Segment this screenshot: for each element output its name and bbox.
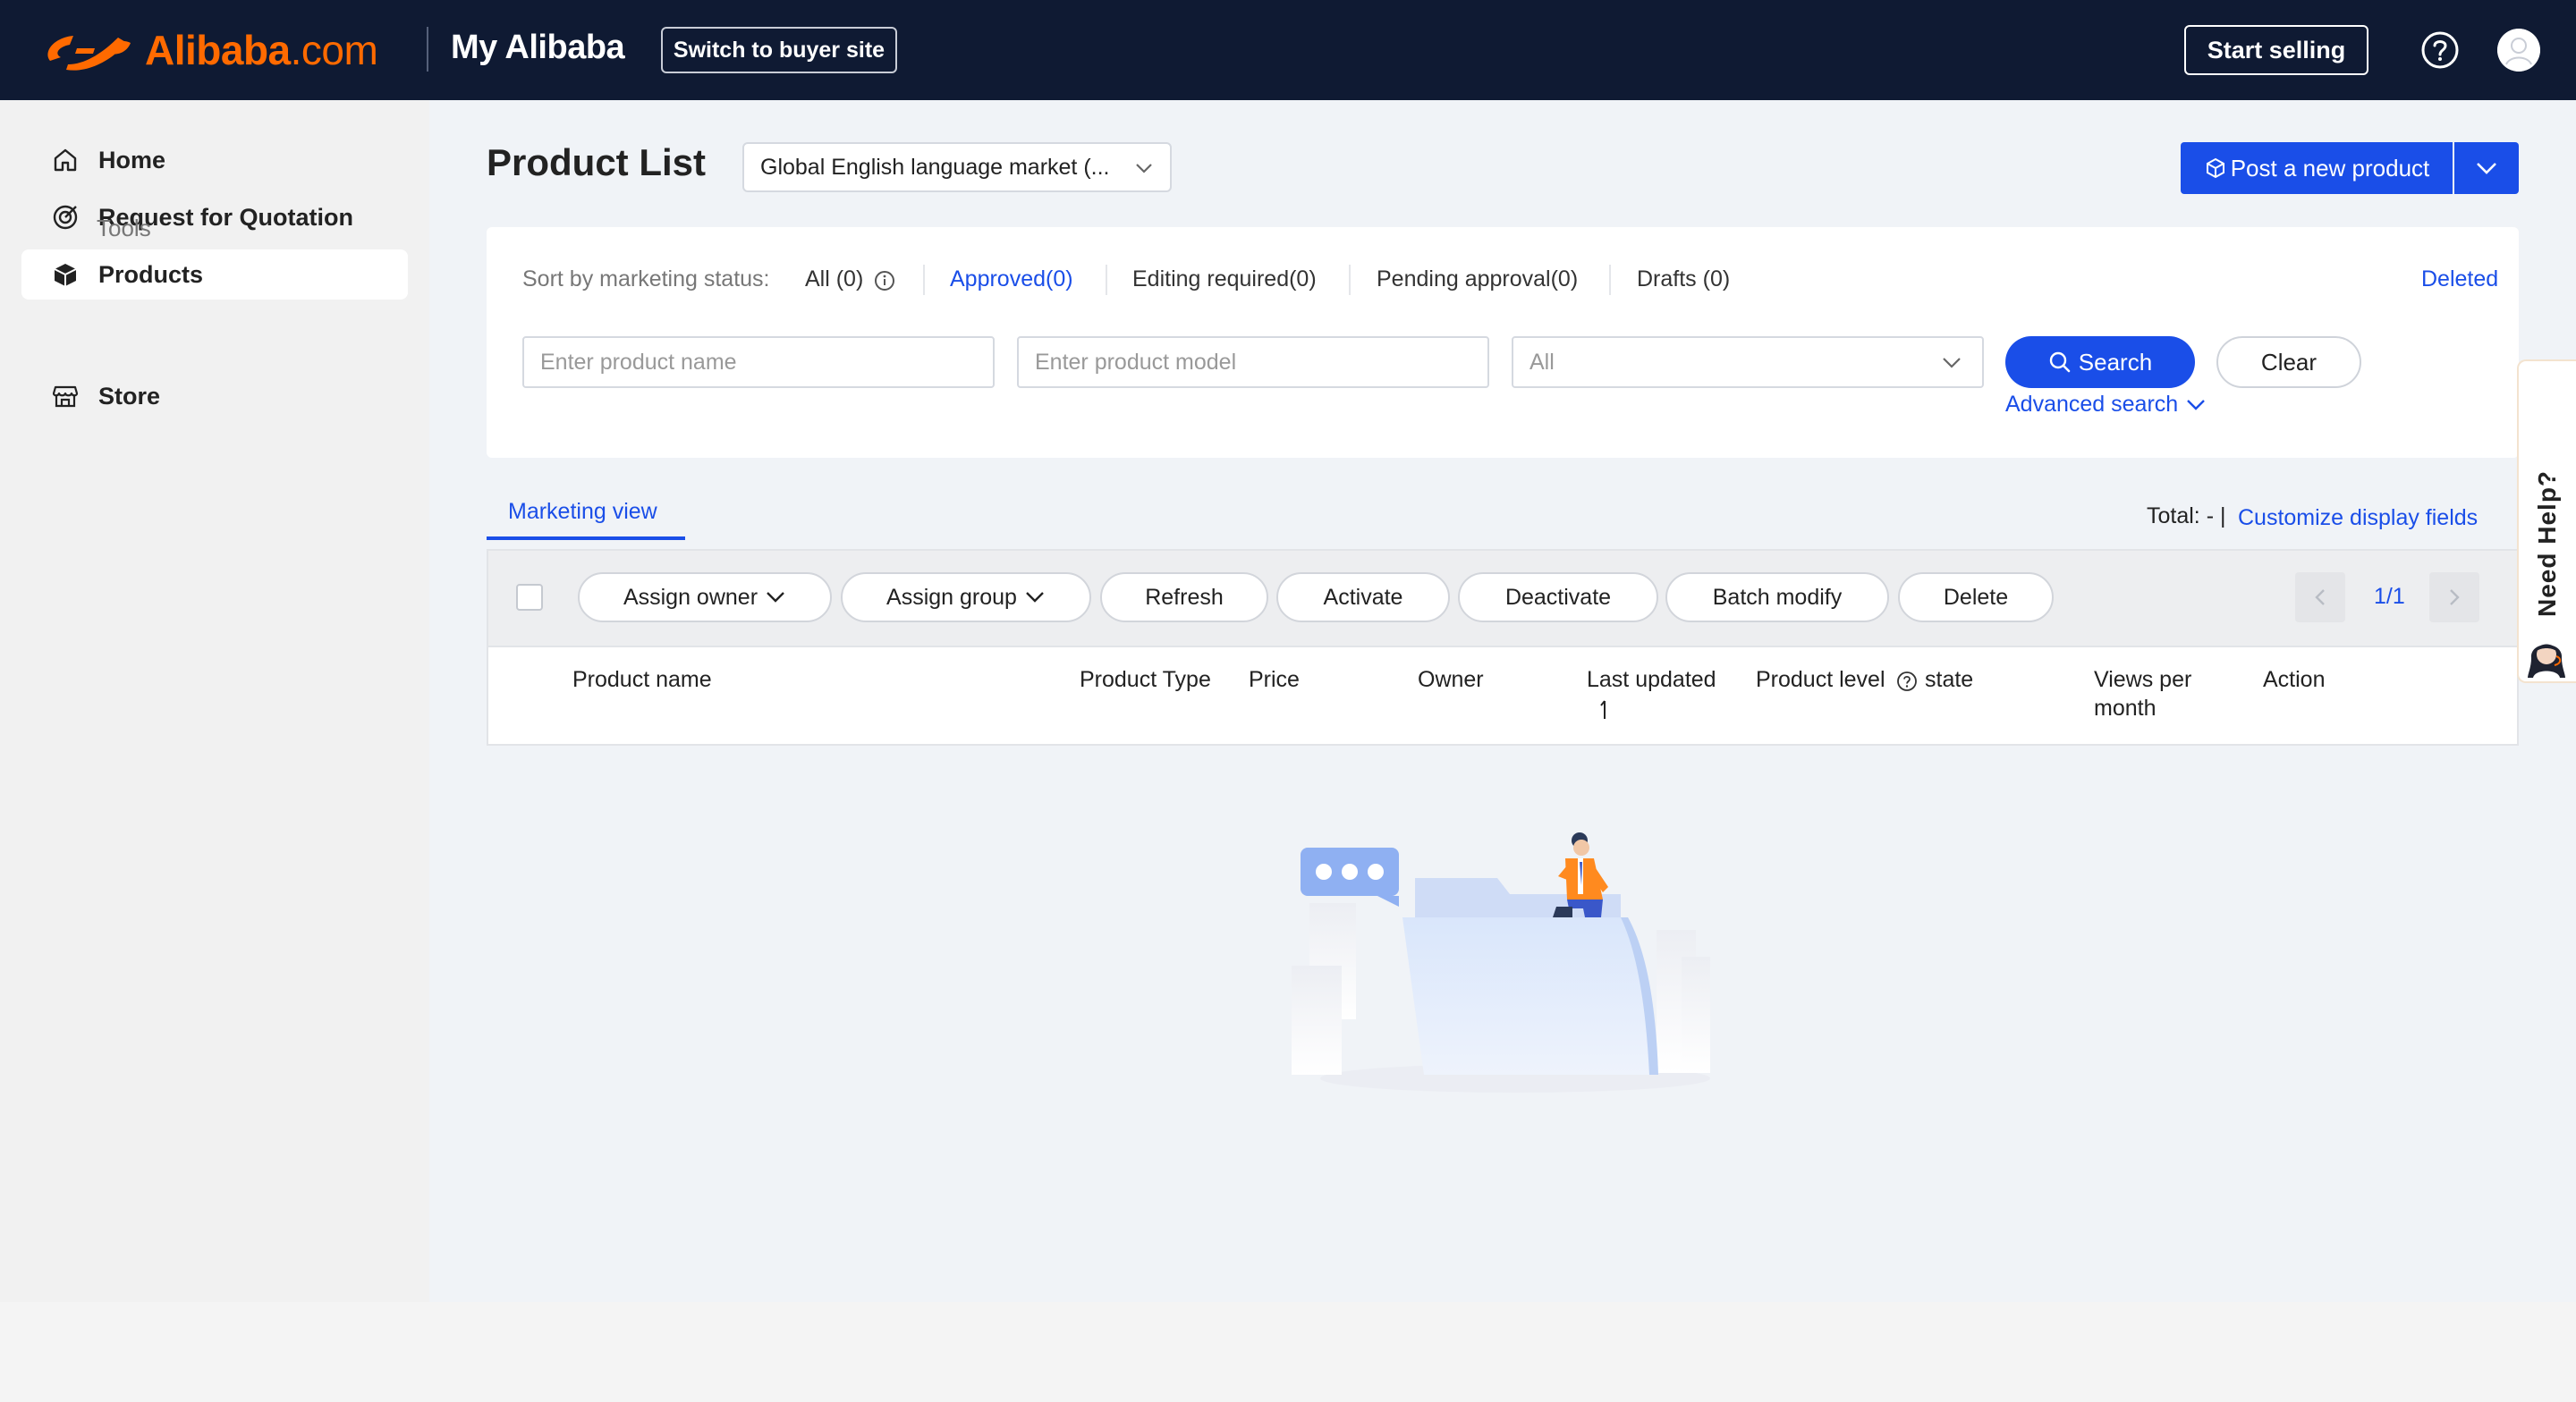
question-icon[interactable]: [1896, 671, 1918, 692]
status-tab-editing-required[interactable]: Editing required(0): [1132, 266, 1317, 292]
empty-state-illustration: [1292, 832, 1710, 1093]
alibaba-logo[interactable]: Alibaba.com: [41, 23, 378, 77]
post-new-product-button[interactable]: Post a new product: [2181, 142, 2453, 194]
user-avatar-icon: [2497, 29, 2540, 72]
refresh-button[interactable]: Refresh: [1100, 572, 1268, 622]
tab-divider: [1609, 265, 1611, 295]
column-product-level: Product level: [1756, 667, 1885, 692]
app-title[interactable]: My Alibaba: [451, 29, 625, 67]
sort-arrow-icon[interactable]: [1599, 697, 1614, 721]
sidebar-item-products[interactable]: Products: [21, 249, 408, 300]
target-icon: [53, 205, 78, 230]
search-icon: [2049, 351, 2071, 373]
cube-icon: [54, 264, 77, 286]
sidebar-item-store[interactable]: Store: [21, 371, 408, 421]
chevron-down-icon: [1943, 358, 1961, 368]
chevron-down-icon: [2477, 163, 2496, 174]
sidebar-item-rfq[interactable]: Request for Quotation: [21, 192, 408, 242]
column-product-name: Product name: [572, 667, 712, 692]
search-button-label: Search: [2078, 348, 2153, 376]
page-footer-area: [0, 1302, 2576, 1402]
assign-group-label: Assign group: [886, 584, 1017, 610]
sidebar-item-home[interactable]: Home: [21, 135, 408, 185]
chevron-down-icon: [1136, 164, 1152, 173]
sidebar-item-label: Store: [98, 382, 161, 410]
product-model-input[interactable]: Enter product model: [1017, 336, 1489, 388]
header-divider: [427, 27, 428, 72]
deleted-link[interactable]: Deleted: [2421, 266, 2498, 292]
help-icon[interactable]: [2420, 30, 2460, 70]
box-plus-icon: [2206, 157, 2224, 179]
clear-button[interactable]: Clear: [2216, 336, 2361, 388]
home-icon: [54, 148, 77, 172]
total-count: Total: - |: [2147, 503, 2226, 528]
advanced-search-label: Advanced search: [2005, 392, 2179, 417]
batch-modify-button[interactable]: Batch modify: [1665, 572, 1889, 622]
tab-divider: [923, 265, 925, 295]
status-tab-approved[interactable]: Approved(0): [950, 266, 1073, 292]
brand-suffix: .com: [290, 27, 378, 73]
column-owner: Owner: [1418, 667, 1484, 692]
column-last-updated[interactable]: Last updated: [1587, 665, 1716, 694]
chevron-right-icon: [2450, 589, 2460, 605]
product-name-input[interactable]: Enter product name: [522, 336, 995, 388]
advanced-search-link[interactable]: Advanced search: [2005, 392, 2207, 418]
activate-button[interactable]: Activate: [1276, 572, 1450, 622]
delete-button[interactable]: Delete: [1898, 572, 2054, 622]
category-select-value: All: [1530, 349, 1555, 375]
assign-owner-label: Assign owner: [623, 584, 758, 610]
tab-divider: [1106, 265, 1107, 295]
brand-name: Alibaba: [145, 27, 291, 73]
column-views-per-month: Views per: [2094, 667, 2192, 692]
column-views-per-month-line2: month: [2094, 696, 2157, 721]
need-help-label[interactable]: Need Help?: [2533, 470, 2562, 617]
status-tab-drafts[interactable]: Drafts (0): [1637, 266, 1730, 292]
chevron-down-icon: [1026, 592, 1044, 603]
search-button[interactable]: Search: [2005, 336, 2195, 388]
sidebar-item-tools[interactable]: Tools: [97, 215, 151, 242]
select-all-checkbox[interactable]: [516, 584, 543, 611]
deactivate-button[interactable]: Deactivate: [1458, 572, 1658, 622]
avatar[interactable]: [2497, 29, 2540, 72]
customize-display-fields-link[interactable]: Customize display fields: [2238, 505, 2478, 531]
page-title: Product List: [487, 141, 707, 183]
assign-group-button[interactable]: Assign group: [841, 572, 1091, 622]
top-bar: Alibaba.com My Alibaba Switch to buyer s…: [0, 0, 2576, 100]
post-options-dropdown-button[interactable]: [2454, 142, 2519, 194]
chevron-left-icon: [2315, 589, 2325, 605]
column-price: Price: [1249, 667, 1300, 692]
alibaba-logo-mark-icon: [47, 36, 131, 71]
active-tab-underline: [487, 536, 685, 540]
prev-page-button[interactable]: [2295, 572, 2345, 622]
page-indicator: 1/1: [2374, 584, 2405, 609]
chevron-down-icon: [767, 592, 784, 603]
next-page-button[interactable]: [2429, 572, 2479, 622]
column-state: state: [1925, 667, 1974, 692]
post-new-product-label: Post a new product: [2230, 154, 2430, 182]
market-select-value: Global English language market (...: [760, 154, 1110, 180]
category-select[interactable]: All: [1512, 336, 1984, 388]
status-tab-all[interactable]: All (0): [805, 266, 863, 292]
store-icon: [52, 385, 79, 408]
table-header: [487, 646, 2519, 746]
column-product-type: Product Type: [1080, 667, 1211, 692]
switch-to-buyer-button[interactable]: Switch to buyer site: [661, 27, 897, 73]
assign-owner-button[interactable]: Assign owner: [578, 572, 832, 622]
chevron-down-icon: [2187, 399, 2206, 410]
info-icon[interactable]: [874, 270, 895, 291]
tab-divider: [1349, 265, 1351, 295]
column-action: Action: [2263, 667, 2326, 692]
tab-marketing-view[interactable]: Marketing view: [508, 499, 657, 525]
support-agent-icon[interactable]: [2524, 631, 2569, 680]
sidebar-item-label: Home: [98, 146, 166, 173]
sidebar-item-label: Products: [98, 260, 204, 288]
status-tab-pending-approval[interactable]: Pending approval(0): [1377, 266, 1578, 292]
start-selling-button[interactable]: Start selling: [2184, 25, 2368, 75]
sort-status-label: Sort by marketing status:: [522, 266, 770, 291]
market-select[interactable]: Global English language market (...: [742, 142, 1172, 192]
